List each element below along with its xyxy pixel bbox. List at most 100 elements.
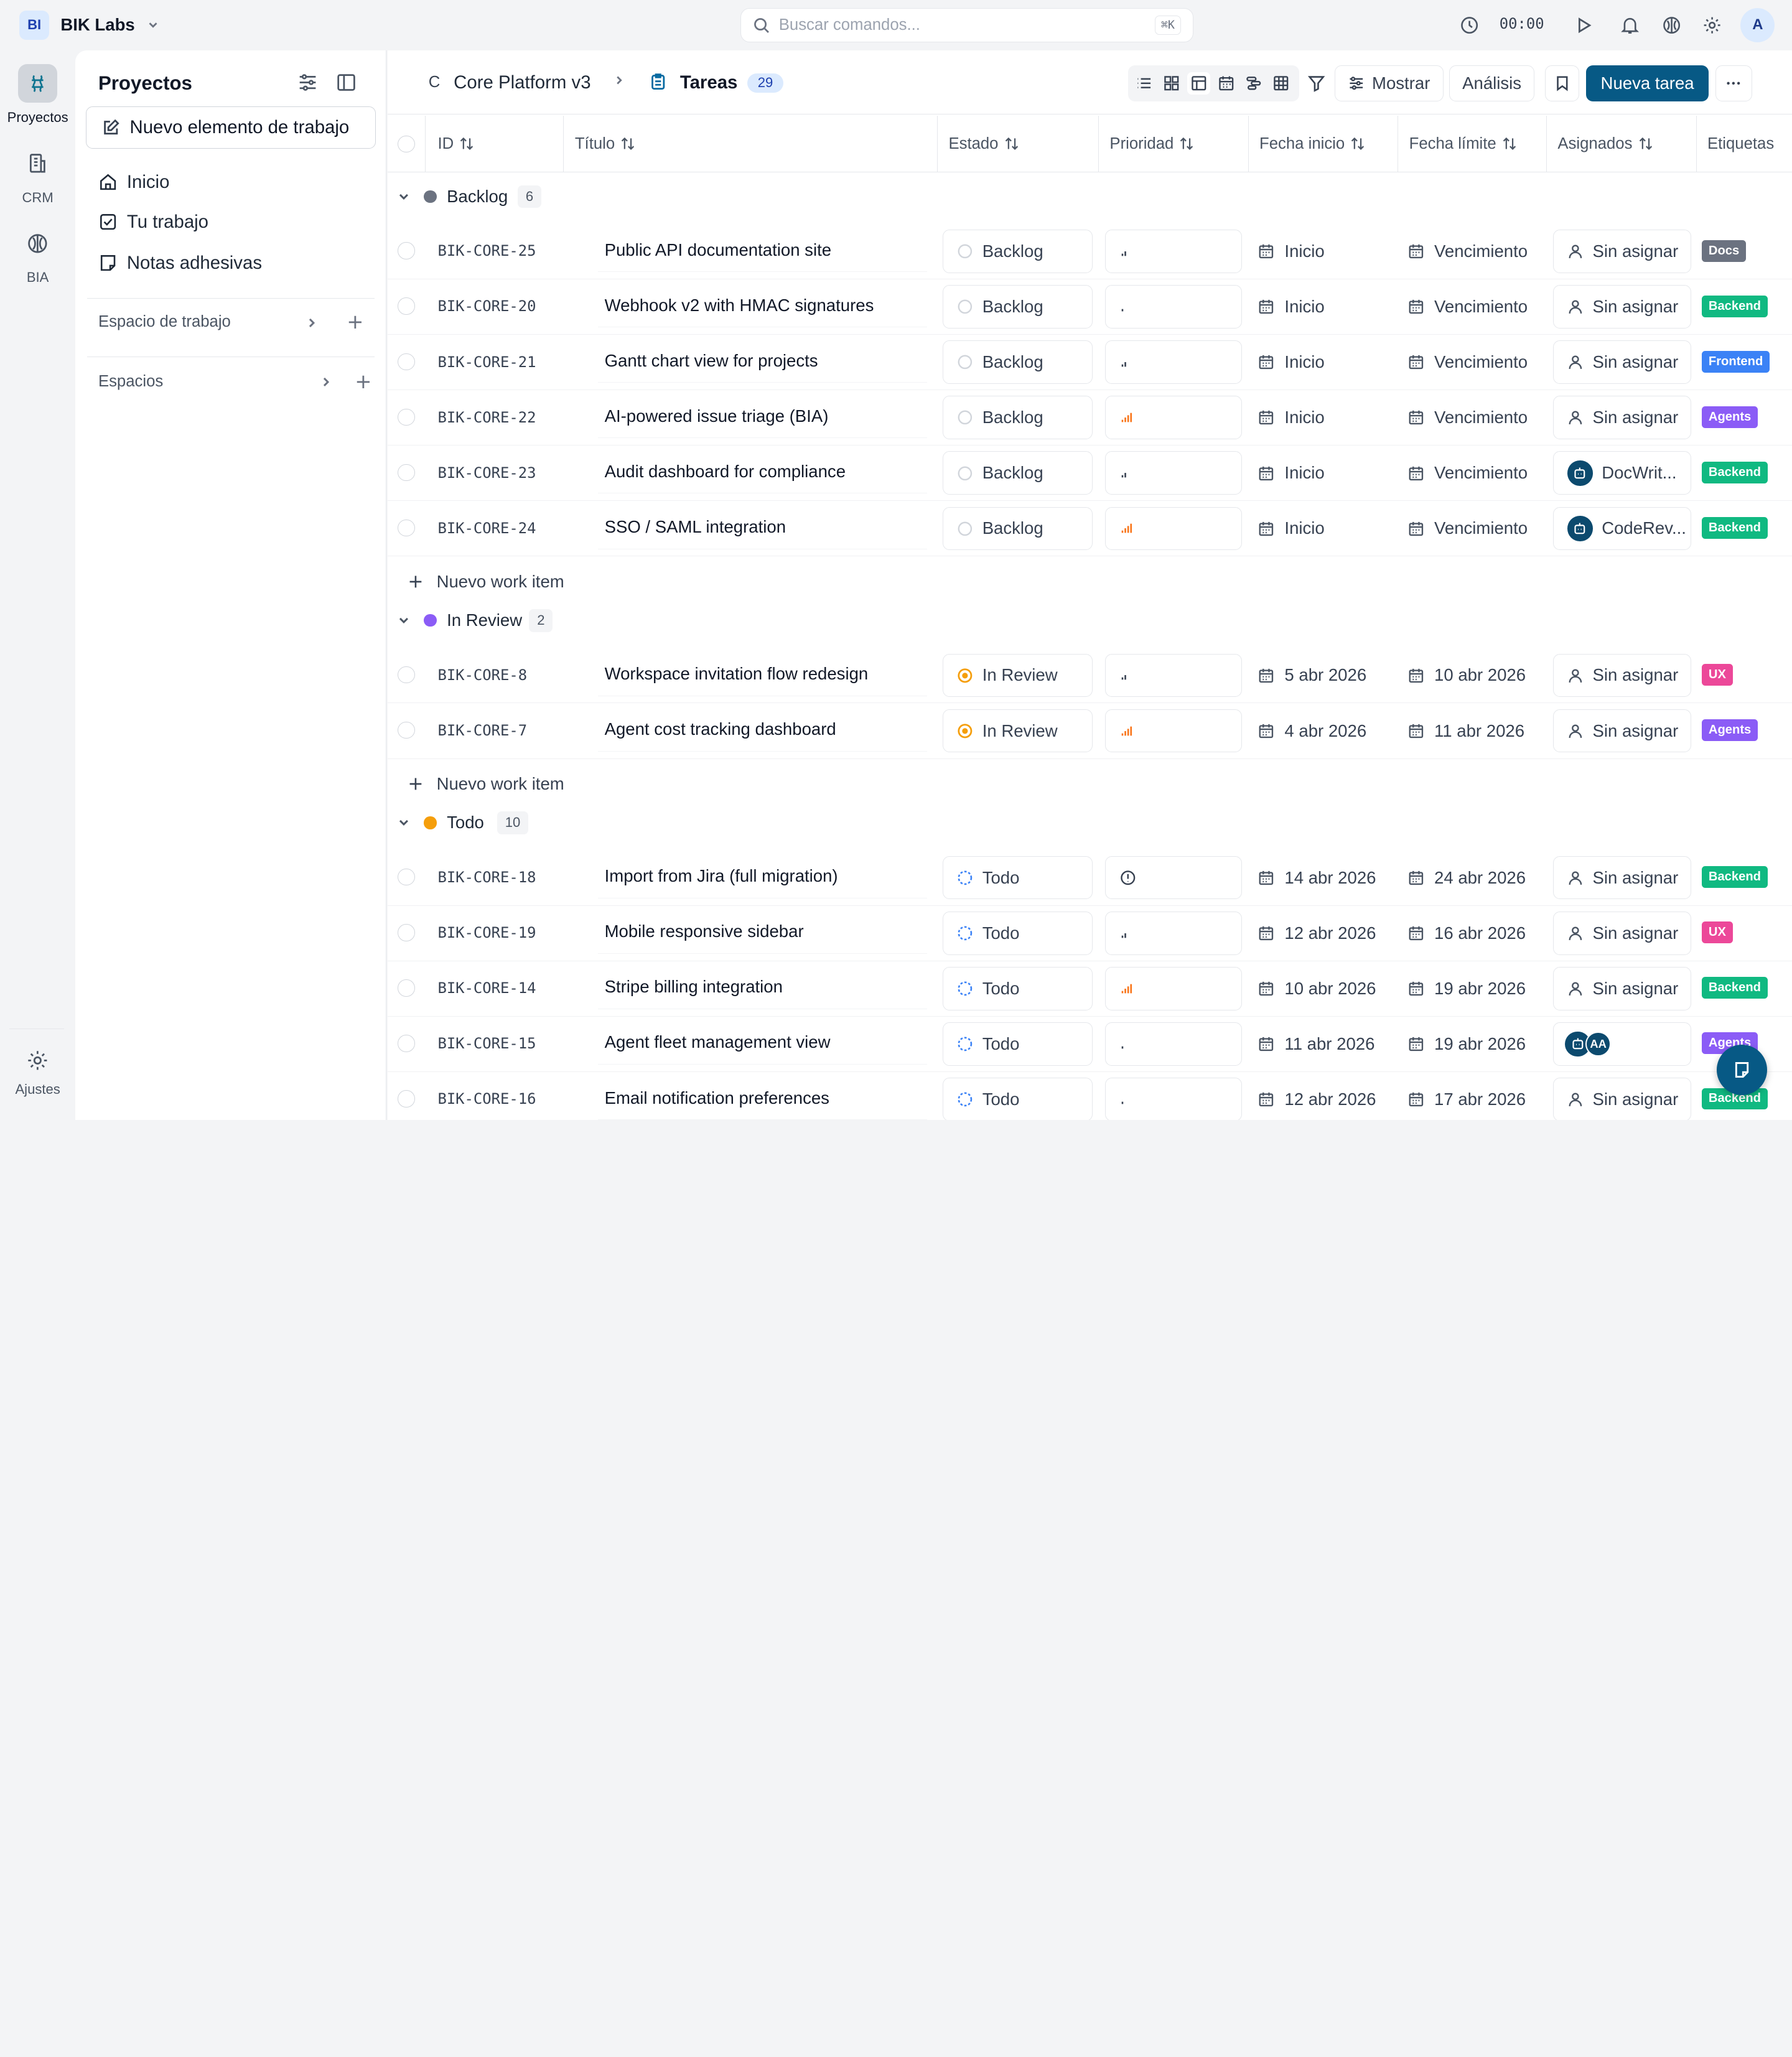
spreadsheet-view-icon[interactable] bbox=[1269, 72, 1292, 95]
priority-cell[interactable] bbox=[1105, 230, 1243, 273]
assignee-cell[interactable]: Sin asignar bbox=[1553, 230, 1692, 273]
timeline-view-icon[interactable] bbox=[1242, 72, 1265, 95]
gear-icon[interactable] bbox=[1701, 14, 1724, 37]
due-date-cell[interactable]: 16 abr 2026 bbox=[1408, 912, 1526, 955]
status-cell[interactable]: Backlog bbox=[943, 230, 1093, 273]
assignee-cell[interactable]: Sin asignar bbox=[1553, 396, 1692, 440]
table-row[interactable]: BIK-CORE-8 Workspace invitation flow rede… bbox=[387, 648, 1792, 704]
table-row[interactable]: BIK-CORE-16 Email notification preference… bbox=[388, 1072, 1792, 1120]
due-date-cell[interactable]: 19 abr 2026 bbox=[1408, 967, 1526, 1010]
priority-cell[interactable] bbox=[1105, 856, 1243, 900]
priority-cell[interactable] bbox=[1105, 709, 1243, 753]
table-row[interactable]: BIK-CORE-24 SSO / SAML integration Backlog… bbox=[387, 501, 1792, 557]
task-title[interactable]: Mobile responsive sidebar bbox=[597, 910, 927, 954]
due-date-cell[interactable]: 17 abr 2026 bbox=[1408, 1078, 1526, 1120]
table-row[interactable]: BIK-CORE-23 Audit dashboard for complianc… bbox=[387, 445, 1792, 501]
task-title[interactable]: Email notification preferences bbox=[597, 1076, 927, 1120]
rail-item-projects[interactable]: Proyectos bbox=[0, 63, 75, 126]
column-header-title[interactable]: Título bbox=[575, 116, 635, 173]
priority-cell[interactable] bbox=[1105, 285, 1243, 329]
row-checkbox[interactable] bbox=[398, 408, 415, 426]
start-date-cell[interactable]: 4 abr 2026 bbox=[1258, 709, 1366, 753]
plus-icon[interactable] bbox=[347, 314, 363, 330]
chevron-right-icon[interactable] bbox=[319, 375, 334, 389]
due-date-cell[interactable]: 11 abr 2026 bbox=[1408, 709, 1524, 753]
display-options-button[interactable]: Mostrar bbox=[1335, 65, 1444, 102]
clock-icon[interactable] bbox=[1458, 14, 1482, 37]
rail-item-crm[interactable]: CRM bbox=[0, 144, 75, 205]
label-chip[interactable]: Backend bbox=[1701, 866, 1768, 889]
chevron-down-icon[interactable] bbox=[396, 189, 411, 204]
priority-cell[interactable] bbox=[1105, 1022, 1243, 1066]
label-chip[interactable]: UX bbox=[1701, 921, 1733, 944]
calendar-view-icon[interactable] bbox=[1215, 72, 1238, 95]
status-cell[interactable]: Todo bbox=[943, 966, 1093, 1010]
due-date-cell[interactable]: 10 abr 2026 bbox=[1408, 654, 1526, 697]
assignee-cell[interactable]: Sin asignar bbox=[1553, 340, 1692, 385]
workspace-section-title[interactable]: Espacio de trabajo bbox=[98, 313, 231, 331]
bell-icon[interactable] bbox=[1618, 14, 1641, 37]
label-chip[interactable]: Frontend bbox=[1701, 350, 1770, 373]
label-chip[interactable]: Docs bbox=[1701, 240, 1747, 262]
task-title[interactable]: Agent cost tracking dashboard bbox=[597, 708, 927, 752]
row-checkbox[interactable] bbox=[398, 297, 415, 315]
due-date-cell[interactable]: Vencimiento bbox=[1408, 230, 1528, 273]
priority-cell[interactable] bbox=[1105, 451, 1243, 495]
filter-icon[interactable] bbox=[1307, 65, 1330, 102]
start-date-cell[interactable]: Inicio bbox=[1258, 451, 1325, 495]
play-icon[interactable] bbox=[1572, 14, 1595, 37]
assignee-cell[interactable]: Sin asignar bbox=[1553, 911, 1692, 955]
bookmark-button[interactable] bbox=[1545, 65, 1580, 102]
start-date-cell[interactable]: 12 abr 2026 bbox=[1258, 912, 1376, 955]
label-chip[interactable]: UX bbox=[1701, 664, 1733, 686]
start-date-cell[interactable]: Inicio bbox=[1258, 230, 1325, 273]
due-date-cell[interactable]: 19 abr 2026 bbox=[1408, 1022, 1526, 1066]
due-date-cell[interactable]: Vencimiento bbox=[1408, 396, 1528, 439]
task-title[interactable]: AI-powered issue triage (BIA) bbox=[597, 395, 927, 439]
priority-cell[interactable] bbox=[1105, 966, 1243, 1010]
row-checkbox[interactable] bbox=[398, 519, 415, 537]
breadcrumb-project[interactable]: Core Platform v3 bbox=[454, 72, 590, 93]
task-title[interactable]: Agent fleet management view bbox=[597, 1021, 927, 1065]
search-input[interactable] bbox=[778, 16, 1146, 34]
assignee-cell[interactable]: Sin asignar bbox=[1553, 1077, 1692, 1120]
column-header-start[interactable]: Fecha inicio bbox=[1259, 116, 1365, 173]
sliders-icon[interactable] bbox=[297, 72, 320, 95]
plus-icon[interactable] bbox=[355, 374, 371, 390]
priority-cell[interactable] bbox=[1105, 653, 1243, 697]
row-checkbox[interactable] bbox=[398, 353, 415, 371]
status-cell[interactable]: Backlog bbox=[943, 506, 1093, 551]
select-all-checkbox[interactable] bbox=[398, 116, 415, 173]
chevron-down-icon[interactable] bbox=[396, 815, 411, 830]
grid-view-icon[interactable] bbox=[1160, 72, 1183, 95]
start-date-cell[interactable]: 14 abr 2026 bbox=[1258, 856, 1376, 900]
rail-item-settings[interactable]: Ajustes bbox=[0, 1047, 75, 1097]
label-chip[interactable]: Agents bbox=[1701, 406, 1758, 428]
due-date-cell[interactable]: Vencimiento bbox=[1408, 507, 1528, 551]
table-view-icon[interactable] bbox=[1187, 72, 1210, 95]
task-title[interactable]: Workspace invitation flow redesign bbox=[597, 653, 927, 696]
label-chip[interactable]: Backend bbox=[1701, 977, 1768, 999]
list-view-icon[interactable] bbox=[1132, 72, 1155, 95]
start-date-cell[interactable]: 11 abr 2026 bbox=[1258, 1022, 1374, 1066]
table-row[interactable]: BIK-CORE-19 Mobile responsive sidebar Todo… bbox=[387, 906, 1792, 961]
floating-action-button[interactable] bbox=[1716, 1044, 1767, 1095]
chevron-right-icon[interactable] bbox=[304, 315, 319, 330]
new-work-item-button[interactable]: Nuevo elemento de trabajo bbox=[85, 106, 376, 149]
analysis-button[interactable]: Análisis bbox=[1449, 65, 1535, 102]
due-date-cell[interactable]: Vencimiento bbox=[1408, 340, 1528, 384]
due-date-cell[interactable]: Vencimiento bbox=[1408, 285, 1528, 329]
start-date-cell[interactable]: 12 abr 2026 bbox=[1258, 1078, 1376, 1120]
start-date-cell[interactable]: Inicio bbox=[1258, 285, 1325, 329]
table-row[interactable]: BIK-CORE-20 Webhook v2 with HMAC signatur… bbox=[387, 279, 1792, 335]
table-row[interactable]: BIK-CORE-14 Stripe billing integration Tod… bbox=[387, 961, 1792, 1017]
table-row[interactable]: BIK-CORE-22 AI-powered issue triage (BIA)… bbox=[387, 390, 1792, 446]
task-title[interactable]: Gantt chart view for projects bbox=[597, 339, 927, 383]
row-checkbox[interactable] bbox=[398, 721, 415, 739]
row-checkbox[interactable] bbox=[398, 666, 415, 684]
start-date-cell[interactable]: Inicio bbox=[1258, 507, 1325, 551]
assignee-cell[interactable]: Sin asignar bbox=[1553, 285, 1692, 329]
column-header-due[interactable]: Fecha límite bbox=[1409, 116, 1517, 173]
command-search[interactable]: ⌘K bbox=[740, 7, 1193, 42]
column-header-priority[interactable]: Prioridad bbox=[1109, 116, 1194, 173]
